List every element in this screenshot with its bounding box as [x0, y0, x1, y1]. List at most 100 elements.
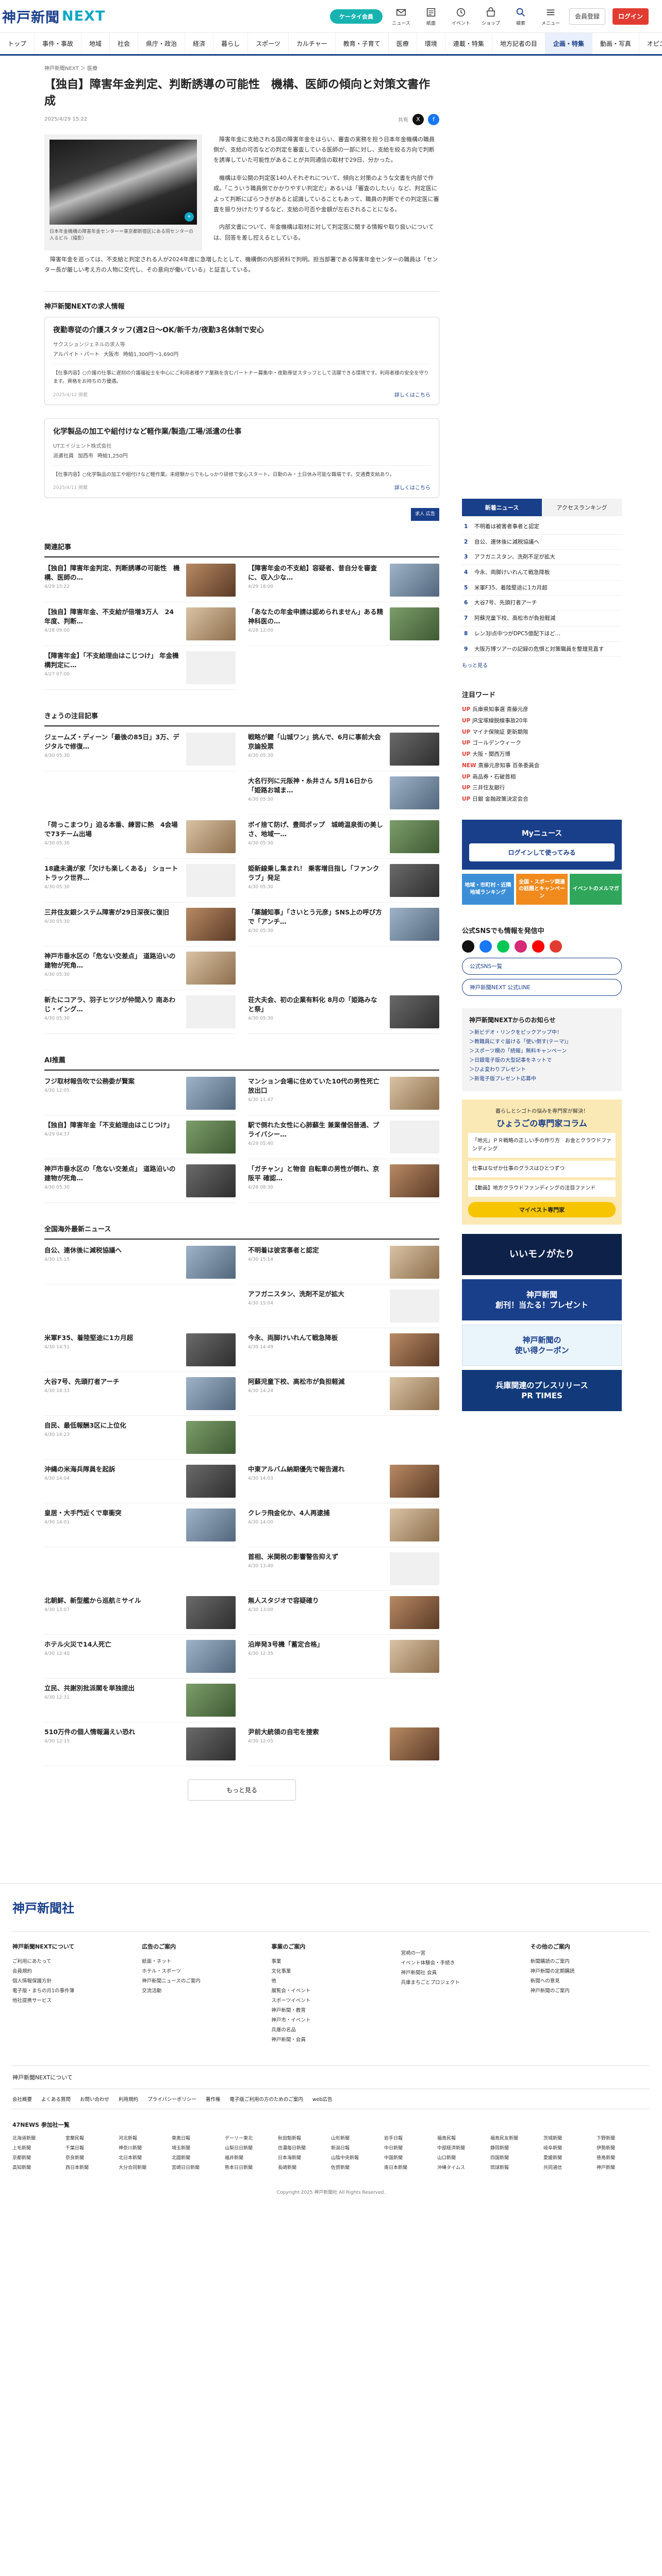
news-title[interactable]: 「ガチャン」と物音 自転車の男性が倒れ、京阪平 確認…	[248, 1164, 384, 1183]
network-link[interactable]: 岩手日報	[384, 2134, 437, 2144]
network-link[interactable]: 四国新聞	[490, 2154, 543, 2163]
news-title[interactable]: 自民、最低報酬3区に上位化	[44, 1421, 180, 1430]
network-link[interactable]: 日本海新聞	[278, 2154, 331, 2163]
network-link[interactable]: 宮崎日日新聞	[172, 2163, 225, 2173]
news-title[interactable]: 無人スタジオで容疑確り	[248, 1596, 384, 1605]
news-thumbnail[interactable]	[390, 908, 439, 941]
nav-item[interactable]: 連載・特集	[445, 33, 492, 54]
news-title[interactable]: フジ取材報告吹で公務委が賢案	[44, 1077, 180, 1086]
news-thumbnail[interactable]	[390, 1246, 439, 1279]
network-link[interactable]: 上毛新聞	[12, 2144, 65, 2154]
news-item[interactable]: 【独自】障害年金判定、判断誘導の可能性 機構、医師の… 4/29 15:22	[44, 558, 236, 603]
news-thumbnail[interactable]	[390, 733, 439, 766]
photo-image[interactable]: +	[49, 139, 197, 225]
footer-link[interactable]: 利用規約	[119, 2095, 138, 2103]
nav-item[interactable]: 県庁・政治	[138, 33, 186, 54]
news-item[interactable]: 荘大夫会、初の企業有料化 8月の「姫路みなと祭」 4/30 05:30	[248, 990, 439, 1035]
network-link[interactable]: 高知新聞	[12, 2163, 65, 2173]
news-thumbnail[interactable]	[186, 733, 236, 766]
facebook-icon[interactable]: f	[428, 113, 439, 125]
footer-link[interactable]: 他	[271, 1976, 390, 1986]
news-item[interactable]: フジ取材報告吹で公務委が賢案 4/30 12:05	[44, 1072, 236, 1116]
keyword-item[interactable]: UP 日銀 金融政策決定会合	[462, 794, 622, 805]
news-thumbnail[interactable]	[186, 908, 236, 941]
network-link[interactable]: 河北新報	[119, 2134, 172, 2144]
news-title[interactable]: 大名行列に元阪神・糸井さん 5月16日から「姫路お城ま…	[248, 776, 384, 795]
nav-item[interactable]: 教育・子育て	[336, 33, 389, 54]
news-thumbnail[interactable]	[390, 1077, 439, 1110]
news-title[interactable]: 沖縄の米海兵隊員を起訴	[44, 1465, 180, 1474]
expert-card[interactable]: 仕事はなぜか仕事のグラスはひとつずつ	[468, 1160, 616, 1177]
news-item[interactable]: 阿蘇児童下校、高松市が負担軽減 4/30 14:24	[248, 1372, 439, 1416]
news-thumbnail[interactable]	[390, 1552, 439, 1586]
network-link[interactable]: 山形新聞	[331, 2134, 384, 2144]
news-item[interactable]: 沿岸発3号機「蓄定合格」 4/30 12:35	[248, 1635, 439, 1679]
news-title[interactable]: 阿蘇児童下校、高松市が負担軽減	[248, 1377, 384, 1386]
network-link[interactable]: 山陰中央新報	[331, 2154, 384, 2163]
news-title[interactable]: 大谷7号、先頭打者アーチ	[44, 1377, 180, 1386]
news-title[interactable]: 首相、米関税の影響警告抑えず	[248, 1552, 384, 1562]
news-title[interactable]: 「荷っこまつり」迫る本番、練習に熱 4会場で73チーム出場	[44, 820, 180, 839]
footer-link[interactable]: 神戸新聞・教育	[271, 2006, 390, 2015]
network-link[interactable]: 中部経済新聞	[437, 2144, 490, 2154]
network-link[interactable]: 共同通信	[543, 2163, 597, 2173]
news-item[interactable]: 18歳未満が家「欠けも楽しくある」 ショートトラック世界… 4/30 05:30	[44, 859, 236, 903]
banner-present[interactable]: 神戸新聞 創刊！当たる！プレゼント	[462, 1279, 622, 1320]
footer-link[interactable]: 会員規約	[12, 1967, 131, 1976]
network-link[interactable]: 伊勢新聞	[597, 2144, 650, 2154]
news-thumbnail[interactable]	[390, 1596, 439, 1630]
footer-link[interactable]: 著作権	[206, 2095, 221, 2103]
footer-link[interactable]: プライバシーポリシー	[147, 2095, 196, 2103]
footer-link[interactable]: 宮崎の一宮	[401, 1948, 520, 1958]
zoom-icon[interactable]: +	[185, 212, 194, 222]
network-link[interactable]: 中日新聞	[384, 2144, 437, 2154]
keyword-item[interactable]: UP 兵庫県知事選 斎藤元彦	[462, 704, 622, 716]
news-title[interactable]: 神戸市垂水区の「危ない交差点」 道路沿いの建物が死角…	[44, 1164, 180, 1183]
news-thumbnail[interactable]	[186, 1465, 236, 1498]
network-link[interactable]: 下野新聞	[597, 2134, 650, 2144]
news-item[interactable]: 「ガチャン」と物音 自転車の男性が倒れ、京阪平 確認… 4/28 08:30	[248, 1159, 439, 1204]
network-link[interactable]: 静岡新聞	[490, 2144, 543, 2154]
news-thumbnail[interactable]	[186, 607, 236, 641]
news-thumbnail[interactable]	[186, 1727, 236, 1761]
x-icon[interactable]: X	[412, 113, 424, 125]
news-item[interactable]: 今永、両脚けいれんて戦急降板 4/30 14:49	[248, 1328, 439, 1372]
footer-link[interactable]: お問い合わせ	[80, 2095, 109, 2103]
news-thumbnail[interactable]	[390, 820, 439, 854]
news-thumbnail[interactable]	[390, 1121, 439, 1154]
news-item[interactable]: アフガニスタン、洗剤不足が拡大 4/30 15:04	[248, 1284, 439, 1329]
news-title[interactable]: ボイ捨て防げ、豊岡ポップ 城崎温泉街の美しさ、地域一…	[248, 820, 384, 839]
network-link[interactable]: 愛媛新聞	[543, 2154, 597, 2163]
news-item[interactable]: 三井住友銀システム障害が29日深夜に復旧 4/30 05:30	[44, 903, 236, 947]
news-title[interactable]: 【障害年金の不支給】容疑者、昔自分を審査に、収入少な…	[248, 564, 384, 582]
keyword-item[interactable]: UP 大阪・関西万博	[462, 749, 622, 760]
news-item[interactable]: 【独自】障害年金「不支給理由はこじつけ」 4/29 04:37	[44, 1115, 236, 1160]
news-item[interactable]: 立民、共謝別批派閣を単独提出 4/30 12:31	[44, 1679, 236, 1723]
youtube-icon[interactable]	[532, 940, 544, 953]
network-link[interactable]: 琉球新報	[490, 2163, 543, 2173]
footer-link[interactable]: 電子版ご利用の方のためのご案内	[229, 2095, 303, 2103]
keyword-text[interactable]: 大阪・関西万博	[472, 751, 510, 757]
news-item[interactable]: 新たにコアラ、羽子ヒツジが仲間入り 南あわじ・イング… 4/30 05:30	[44, 990, 236, 1035]
job-card[interactable]: 夜勤専従の介護スタッフ(週2日～OK/新千カ/夜勤3名体制で安心 サクスションジェ…	[44, 316, 439, 405]
nav-item[interactable]: トップ	[0, 33, 35, 54]
nav-item[interactable]: 経済	[185, 33, 214, 54]
news-item[interactable]: ジェームズ・ディーン「最後の85日」3万、デジタルで修復… 4/30 05:30	[44, 727, 236, 772]
news-thumbnail[interactable]	[186, 820, 236, 854]
news-title[interactable]: アフガニスタン、洗剤不足が拡大	[248, 1290, 384, 1299]
news-title[interactable]: 18歳未満が家「欠けも楽しくある」 ショートトラック世界…	[44, 864, 180, 883]
network-link[interactable]: 佐賀新聞	[331, 2163, 384, 2173]
network-link[interactable]: 沖縄タイムス	[437, 2163, 490, 2173]
news-thumbnail[interactable]	[390, 864, 439, 897]
news-title[interactable]: 立民、共謝別批派閣を単独提出	[44, 1684, 180, 1693]
rank-item[interactable]: 3 アフガニスタン、洗剤不足が拡大	[462, 550, 622, 566]
network-link[interactable]: 福島民報	[437, 2134, 490, 2144]
news-thumbnail[interactable]	[186, 995, 236, 1029]
nav-item[interactable]: カルチャー	[289, 33, 336, 54]
note-icon[interactable]	[550, 940, 562, 953]
footer-link[interactable]: 新聞への意見	[531, 1976, 650, 1986]
news-title[interactable]: 「薬舗知事」「さいとう元彦」SNS上の呼び方で「アンチ…	[248, 908, 384, 926]
footer-link[interactable]: 神戸新聞の定期購読	[531, 1967, 650, 1976]
notice-link[interactable]: ＞新電子版プレゼント応募中	[469, 1075, 615, 1084]
news-title[interactable]: 【独自】障害年金、不支給が倍増3万人 24年度、判断…	[44, 607, 180, 626]
